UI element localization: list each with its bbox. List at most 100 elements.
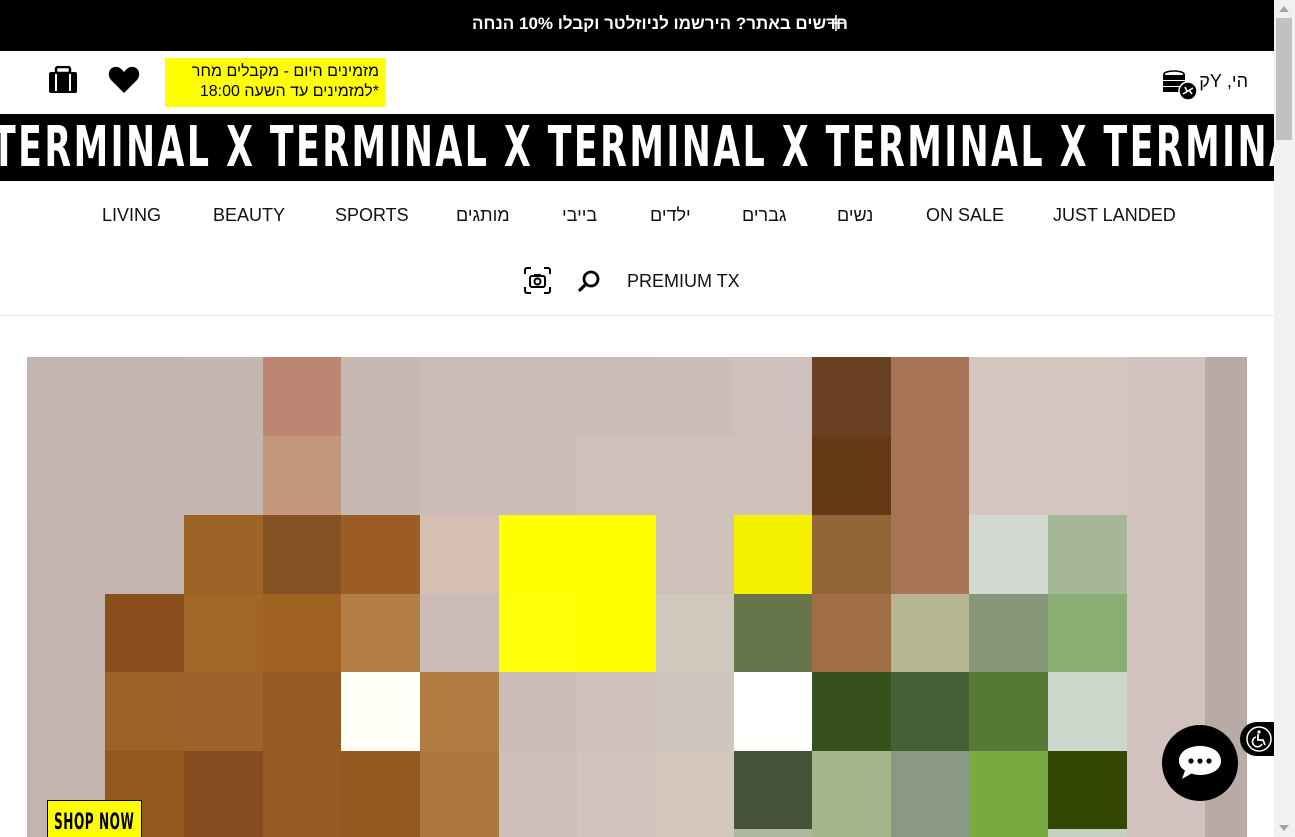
scrollbar-thumb[interactable] [1276, 18, 1292, 140]
hero-pixel [891, 357, 970, 437]
hero-pixel [499, 594, 578, 673]
shop-now-label: SHOP NOW [54, 810, 135, 835]
hero-pixel [184, 751, 264, 830]
hero-pixel [969, 672, 1049, 752]
hero-pixel [27, 357, 106, 437]
hero-pixel [969, 594, 1049, 673]
hero-pixel [341, 829, 421, 837]
hero-pixel [105, 436, 185, 516]
nav-item-women[interactable]: נשים [837, 205, 873, 226]
shop-now-button[interactable]: SHOP NOW [47, 800, 142, 837]
hero-pixel [420, 672, 500, 752]
nav-item-kids[interactable]: ילדים [650, 205, 691, 226]
hero-pixel [734, 751, 813, 830]
hero-banner-image[interactable] [27, 357, 1247, 837]
hero-pixel [969, 357, 1049, 437]
hero-pixel [656, 672, 735, 752]
hero-pixel [263, 515, 342, 595]
hero-pixel [812, 436, 892, 516]
hero-pixel [577, 829, 657, 837]
hero-pixel [812, 515, 892, 595]
scroll-up-arrow[interactable] [1279, 6, 1289, 12]
hero-pixel [420, 751, 500, 830]
hero-pixel [1048, 751, 1128, 830]
hero-pixel [27, 672, 106, 752]
page-scrollbar[interactable] [1274, 0, 1295, 837]
hero-pixel [812, 357, 892, 437]
nav-item-on-sale[interactable]: ON SALE [926, 205, 1004, 226]
hero-pixel [499, 829, 578, 837]
hero-pixel [969, 829, 1049, 837]
heart-icon[interactable] [108, 65, 140, 95]
hero-pixel [420, 357, 500, 437]
hero-pixel [499, 436, 578, 516]
hero-pixel [499, 672, 578, 752]
hero-pixel [184, 436, 264, 516]
brand-marquee-text: TERMINAL X TERMINAL X TERMINAL X TERMINA… [0, 115, 1274, 180]
hero-pixel [184, 357, 264, 437]
hero-pixel [263, 672, 342, 752]
nav-item-beauty[interactable]: BEAUTY [213, 205, 285, 226]
accessibility-button[interactable] [1240, 722, 1274, 756]
nav-item-brands[interactable]: מותגים [456, 205, 510, 226]
hero-pixel [263, 594, 342, 673]
hero-pixel [577, 751, 657, 830]
hero-pixel [341, 672, 421, 752]
hero-pixel [1205, 594, 1247, 673]
delivery-line-1: מזמינים היום - מקבלים מחר [191, 63, 379, 80]
hero-pixel [1127, 357, 1206, 437]
scroll-down-arrow[interactable] [1279, 825, 1289, 831]
coins-flight-icon [1163, 70, 1198, 101]
hero-pixel [577, 594, 657, 673]
hero-pixel [577, 515, 657, 595]
hero-pixel [420, 515, 500, 595]
hero-pixel [656, 515, 735, 595]
hero-pixel [1048, 829, 1128, 837]
search-icon[interactable] [578, 270, 600, 292]
hero-pixel [891, 751, 970, 830]
hero-pixel [577, 436, 657, 516]
hero-pixel [27, 594, 106, 673]
hero-pixel [969, 436, 1049, 516]
hero-pixel [341, 436, 421, 516]
hero-pixel [263, 829, 342, 837]
chat-bubble-icon [1179, 746, 1221, 779]
hero-pixel [969, 515, 1049, 595]
nav-item-men[interactable]: גברים [742, 205, 787, 226]
hero-pixel [1205, 515, 1247, 595]
hero-pixel [734, 829, 813, 837]
chat-launcher[interactable] [1162, 725, 1238, 801]
hero-pixel [969, 751, 1049, 830]
hero-pixel [263, 436, 342, 516]
greeting-text: הי, Yק [1199, 71, 1248, 91]
main-navigation: LIVING BEAUTY SPORTS מותגים בייבי ילדים … [0, 181, 1274, 316]
nav-item-living[interactable]: LIVING [102, 205, 161, 226]
nav-item-premium-tx[interactable]: PREMIUM TX [627, 271, 740, 292]
hero-pixel [27, 515, 106, 595]
hero-pixel [1127, 436, 1206, 516]
wheelchair-icon [1246, 726, 1272, 752]
hero-pixel [184, 672, 264, 752]
brand-marquee: TERMINAL X TERMINAL X TERMINAL X TERMINA… [0, 114, 1274, 181]
delivery-notice: מזמינים היום - מקבלים מחר *למזמינים עד ה… [165, 58, 385, 107]
nav-item-baby[interactable]: בייבי [562, 205, 597, 226]
hero-pixel [420, 436, 500, 516]
plus-icon[interactable] [826, 13, 846, 33]
hero-pixel [891, 515, 970, 595]
hero-pixel [105, 357, 185, 437]
hero-pixel [499, 357, 578, 437]
nav-item-just-landed[interactable]: JUST LANDED [1053, 205, 1176, 226]
hero-pixel [499, 515, 578, 595]
shopping-bag-icon[interactable] [48, 66, 78, 94]
camera-search-icon[interactable] [524, 267, 551, 294]
user-greeting[interactable]: הי, Yק [1158, 69, 1248, 101]
hero-pixel [577, 357, 657, 437]
hero-pixel [891, 436, 970, 516]
hero-pixel [263, 357, 342, 437]
hero-pixel [27, 436, 106, 516]
hero-pixel [341, 515, 421, 595]
hero-pixel [891, 829, 970, 837]
hero-pixel [734, 436, 813, 516]
newsletter-promo-text[interactable]: חדשים באתר? הירשמו לניוזלטר וקבלו 10% הנ… [0, 14, 1274, 34]
nav-item-sports[interactable]: SPORTS [335, 205, 409, 226]
